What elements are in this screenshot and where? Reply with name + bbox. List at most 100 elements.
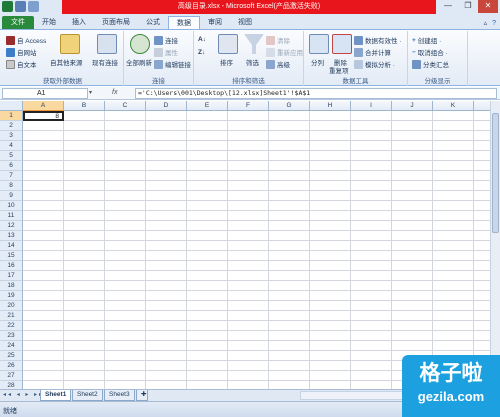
from-text-button[interactable]: 自文本 bbox=[6, 59, 37, 69]
from-web-button[interactable]: 自网站 bbox=[6, 47, 37, 57]
column-header[interactable]: L bbox=[474, 101, 490, 111]
consolidate-button[interactable]: 合并计算 bbox=[354, 47, 391, 57]
row-header[interactable]: 3 bbox=[0, 131, 23, 141]
name-box[interactable]: A1 bbox=[2, 88, 88, 99]
active-cell-a1[interactable]: 8 bbox=[23, 111, 64, 121]
text-to-columns-label[interactable]: 分列 bbox=[311, 57, 324, 67]
row-header[interactable]: 4 bbox=[0, 141, 23, 151]
tab-formulas[interactable]: 公式 bbox=[138, 16, 168, 29]
data-validation-button[interactable]: 数据有效性 · bbox=[354, 35, 401, 45]
row-header[interactable]: 23 bbox=[0, 331, 23, 341]
row-header[interactable]: 26 bbox=[0, 361, 23, 371]
row-header[interactable]: 7 bbox=[0, 171, 23, 181]
tab-home[interactable]: 开始 bbox=[34, 16, 64, 29]
column-header[interactable]: F bbox=[228, 101, 269, 111]
row-header[interactable]: 24 bbox=[0, 341, 23, 351]
ungroup-button[interactable]: − 取消组合 · bbox=[412, 47, 448, 58]
tab-view[interactable]: 视图 bbox=[230, 16, 260, 29]
what-if-analysis-button[interactable]: 模拟分析 · bbox=[354, 59, 395, 69]
row-header[interactable]: 27 bbox=[0, 371, 23, 381]
connections-button[interactable]: 连接 bbox=[154, 35, 178, 45]
text-to-columns-icon[interactable] bbox=[309, 34, 329, 54]
other-sources-label[interactable]: 自其他来源 bbox=[50, 57, 83, 67]
sheet-tab-2[interactable]: Sheet2 bbox=[72, 390, 103, 401]
reapply-button[interactable]: 重新应用 bbox=[266, 47, 303, 57]
tab-insert[interactable]: 插入 bbox=[64, 16, 94, 29]
row-header[interactable]: 17 bbox=[0, 271, 23, 281]
row-header[interactable]: 21 bbox=[0, 311, 23, 321]
save-icon[interactable] bbox=[15, 1, 26, 12]
row-header[interactable]: 11 bbox=[0, 211, 23, 221]
select-all-corner[interactable] bbox=[0, 101, 23, 111]
row-header[interactable]: 22 bbox=[0, 321, 23, 331]
refresh-all-label[interactable]: 全部刷新 bbox=[126, 57, 152, 67]
row-header[interactable]: 25 bbox=[0, 351, 23, 361]
vertical-scroll-thumb[interactable] bbox=[492, 113, 499, 233]
restore-button[interactable]: ❐ bbox=[458, 0, 478, 13]
row-header[interactable]: 18 bbox=[0, 281, 23, 291]
row-header[interactable]: 2 bbox=[0, 121, 23, 131]
from-access-button[interactable]: 自 Access bbox=[6, 35, 46, 45]
column-header[interactable]: C bbox=[105, 101, 146, 111]
tab-review[interactable]: 审阅 bbox=[200, 16, 230, 29]
column-header[interactable]: J bbox=[392, 101, 433, 111]
tab-page-layout[interactable]: 页面布局 bbox=[94, 16, 138, 29]
minimize-button[interactable]: — bbox=[438, 0, 458, 13]
sort-descending-button[interactable]: Z↓ bbox=[198, 49, 205, 56]
row-header[interactable]: 12 bbox=[0, 221, 23, 231]
column-header[interactable]: K bbox=[433, 101, 474, 111]
row-header[interactable]: 15 bbox=[0, 251, 23, 261]
sort-ascending-button[interactable]: A↓ bbox=[198, 36, 206, 43]
group-button[interactable]: + 创建组 · bbox=[412, 35, 441, 46]
subtotal-button[interactable]: 分类汇总 bbox=[412, 59, 449, 69]
existing-connections-label[interactable]: 现有连接 bbox=[92, 57, 118, 67]
insert-function-icon[interactable]: fx bbox=[112, 89, 117, 96]
column-header[interactable]: G bbox=[269, 101, 310, 111]
help-icon[interactable]: ? bbox=[492, 20, 496, 27]
undo-icon[interactable] bbox=[28, 1, 39, 12]
tab-file[interactable]: 文件 bbox=[2, 16, 34, 29]
row-header[interactable]: 10 bbox=[0, 201, 23, 211]
column-header[interactable]: D bbox=[146, 101, 187, 111]
column-header[interactable]: E bbox=[187, 101, 228, 111]
row-header[interactable]: 5 bbox=[0, 151, 23, 161]
properties-button[interactable]: 属性 bbox=[154, 47, 178, 57]
row-header[interactable]: 9 bbox=[0, 191, 23, 201]
sheet-tab-3[interactable]: Sheet3 bbox=[104, 390, 135, 401]
existing-connections-icon[interactable] bbox=[97, 34, 117, 54]
remove-duplicates-label-2[interactable]: 重复项 bbox=[329, 65, 349, 75]
column-header[interactable]: I bbox=[351, 101, 392, 111]
row-header[interactable]: 13 bbox=[0, 231, 23, 241]
clear-button[interactable]: 清除 bbox=[266, 35, 290, 45]
insert-sheet-button[interactable]: ✚ bbox=[136, 390, 148, 401]
close-button[interactable]: ✕ bbox=[478, 0, 498, 13]
other-sources-icon[interactable] bbox=[60, 34, 80, 54]
row-header[interactable]: 6 bbox=[0, 161, 23, 171]
sheet-navigation-buttons[interactable]: ◂◂ ◂ ▸ ▸▸ bbox=[3, 391, 44, 398]
column-header[interactable]: B bbox=[64, 101, 105, 111]
minimize-ribbon-icon[interactable]: ▵ bbox=[484, 19, 488, 27]
row-header[interactable]: 14 bbox=[0, 241, 23, 251]
refresh-all-icon[interactable] bbox=[130, 34, 150, 54]
sort-icon[interactable] bbox=[218, 34, 238, 54]
row-header[interactable]: 19 bbox=[0, 291, 23, 301]
worksheet-grid[interactable]: ABCDEFGHIJKL 123456789101112131415161718… bbox=[0, 101, 490, 389]
row-header[interactable]: 8 bbox=[0, 181, 23, 191]
advanced-button[interactable]: 高级 bbox=[266, 59, 290, 69]
name-box-dropdown-icon[interactable]: ▾ bbox=[89, 89, 92, 96]
cell-area[interactable] bbox=[23, 111, 490, 389]
filter-icon[interactable] bbox=[244, 34, 264, 54]
column-header[interactable]: H bbox=[310, 101, 351, 111]
edit-links-button[interactable]: 编辑链接 bbox=[154, 59, 191, 69]
sort-label[interactable]: 排序 bbox=[220, 57, 233, 67]
row-header[interactable]: 16 bbox=[0, 261, 23, 271]
vertical-scrollbar[interactable] bbox=[490, 101, 500, 389]
sheet-tab-1[interactable]: Sheet1 bbox=[40, 390, 72, 401]
formula-input[interactable]: ='C:\Users\001\Desktop\[12.xlsx]Sheet1'!… bbox=[135, 88, 497, 99]
column-header[interactable]: A bbox=[23, 101, 64, 111]
remove-duplicates-icon[interactable] bbox=[332, 34, 352, 54]
tab-data[interactable]: 数据 bbox=[168, 16, 200, 29]
row-header[interactable]: 1 bbox=[0, 111, 23, 121]
row-header[interactable]: 20 bbox=[0, 301, 23, 311]
filter-label[interactable]: 筛选 bbox=[246, 57, 259, 67]
